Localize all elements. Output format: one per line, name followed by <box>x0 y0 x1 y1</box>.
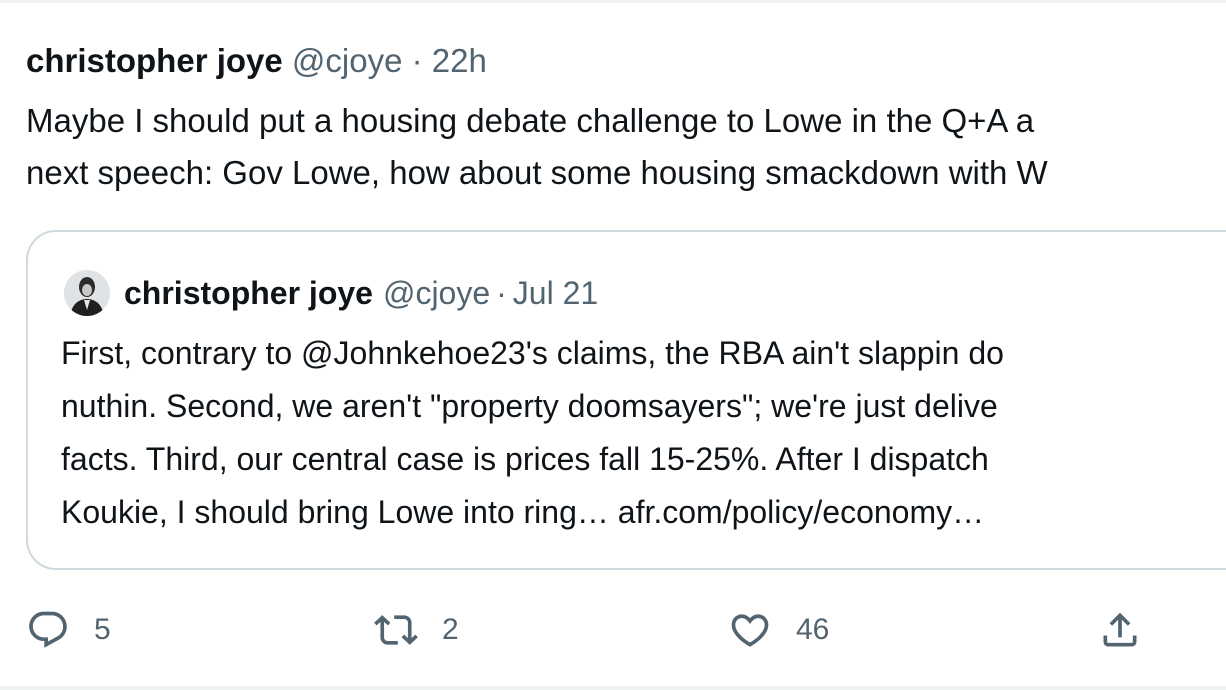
heart-icon <box>726 606 774 654</box>
retweet-icon <box>372 606 420 654</box>
reply-icon <box>24 606 72 654</box>
retweet-count: 2 <box>442 613 459 646</box>
reply-button[interactable]: 5 <box>24 600 111 660</box>
quoted-text-line: Koukie, I should bring Lowe into ring… <box>61 494 618 530</box>
tweet-header: christopher joye @cjoye · 22h <box>26 38 487 84</box>
bottom-divider <box>0 686 1226 690</box>
header-separator: · <box>411 42 423 79</box>
tweet-text-line: Maybe I should put a housing debate chal… <box>26 102 1035 139</box>
tweet-actions: 5 2 46 <box>0 600 1226 660</box>
tweet-timestamp[interactable]: 22h <box>432 42 487 79</box>
tweet-text: Maybe I should put a housing debate chal… <box>26 95 1226 199</box>
quoted-tweet-text: First, contrary to @Johnkehoe23's claims… <box>61 327 1226 539</box>
avatar[interactable] <box>64 270 110 316</box>
quoted-author-handle[interactable]: @cjoye <box>383 275 490 312</box>
quoted-author-name[interactable]: christopher joye <box>124 275 373 312</box>
share-button[interactable] <box>1096 600 1144 660</box>
like-count: 46 <box>796 613 830 646</box>
share-icon <box>1096 606 1144 654</box>
quoted-tweet-link[interactable]: afr.com/policy/economy… <box>618 494 984 530</box>
author-name[interactable]: christopher joye <box>26 42 283 79</box>
quoted-text-line: First, contrary to @Johnkehoe23's claims… <box>61 335 1004 371</box>
tweet-text-line: next speech: Gov Lowe, how about some ho… <box>26 154 1048 191</box>
quoted-header-separator: · <box>496 274 507 311</box>
quoted-text-line: facts. Third, our central case is prices… <box>61 441 989 477</box>
quoted-tweet-card[interactable]: christopher joye @cjoye · Jul 21 First, … <box>26 230 1226 570</box>
quoted-tweet-date[interactable]: Jul 21 <box>513 275 598 312</box>
quoted-text-line: nuthin. Second, we aren't "property doom… <box>61 388 998 424</box>
top-divider <box>0 0 1226 3</box>
reply-count: 5 <box>94 613 111 646</box>
retweet-button[interactable]: 2 <box>372 600 459 660</box>
quoted-tweet-header: christopher joye @cjoye · Jul 21 <box>64 269 598 317</box>
author-handle[interactable]: @cjoye <box>292 42 403 79</box>
like-button[interactable]: 46 <box>726 600 829 660</box>
